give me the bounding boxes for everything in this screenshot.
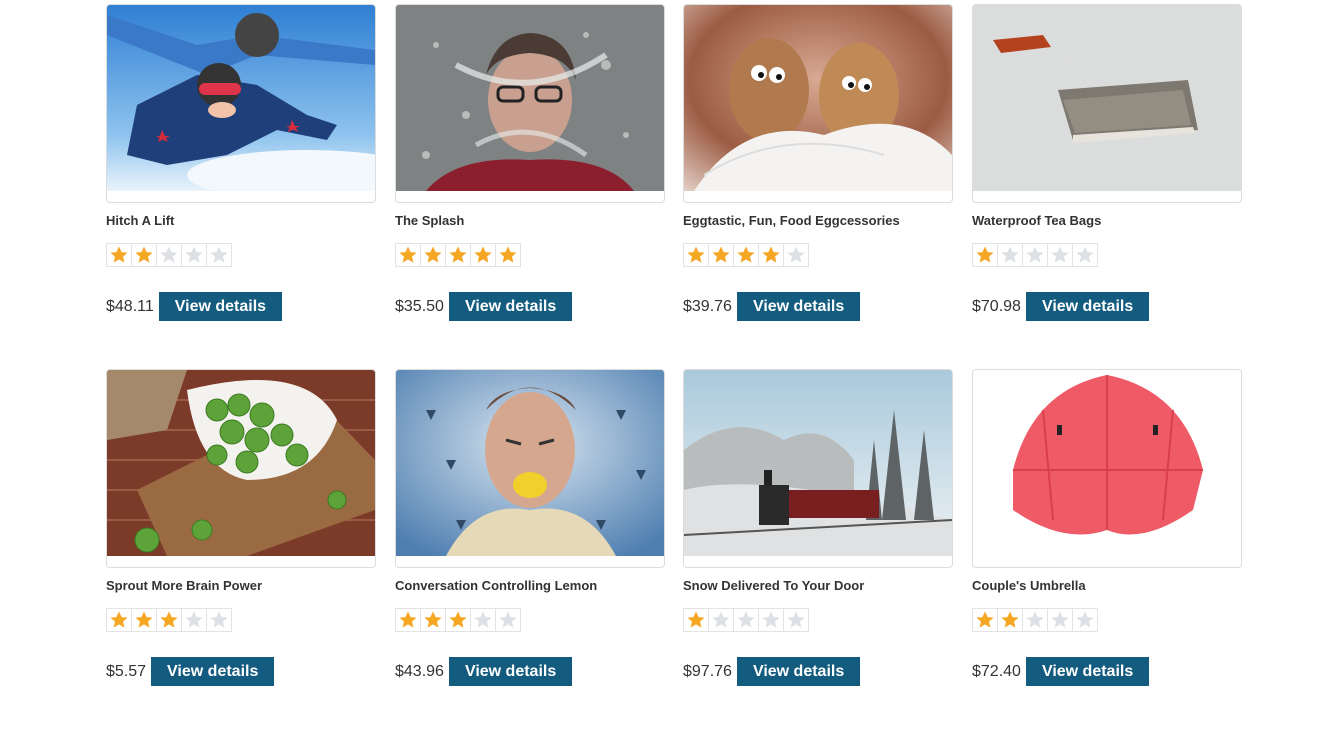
star-filled-icon [131,243,157,267]
star-empty-icon [1022,243,1048,267]
product-price: $39.76 [683,297,732,315]
star-filled-icon [972,243,998,267]
star-rating [972,608,1098,632]
product-image[interactable] [395,4,665,203]
star-empty-icon [181,243,207,267]
star-empty-icon [783,608,809,632]
product-title[interactable]: Conversation Controlling Lemon [395,578,597,593]
star-filled-icon [106,243,132,267]
view-details-button[interactable]: View details [448,292,573,321]
star-filled-icon [445,243,471,267]
skydivers-photo [107,5,375,191]
star-empty-icon [470,608,496,632]
star-filled-icon [708,243,734,267]
price-row: $39.76 View details [683,292,861,321]
star-empty-icon [783,243,809,267]
star-rating [395,243,521,267]
red-umbrella-photo [973,370,1241,556]
price-row: $35.50 View details [395,292,573,321]
star-rating [683,608,809,632]
star-empty-icon [1047,243,1073,267]
product-title[interactable]: Hitch A Lift [106,213,174,228]
view-details-button[interactable]: View details [151,657,275,686]
star-filled-icon [733,243,759,267]
product-title[interactable]: Couple's Umbrella [972,578,1086,593]
price-row: $48.11 View details [106,292,283,321]
star-rating [683,243,809,267]
star-filled-icon [683,608,709,632]
star-empty-icon [1047,608,1073,632]
star-empty-icon [1072,608,1098,632]
product-price: $70.98 [972,297,1021,315]
product-title[interactable]: Snow Delivered To Your Door [683,578,864,593]
product-title[interactable]: Waterproof Tea Bags [972,213,1101,228]
product-price: $48.11 [106,297,154,315]
star-filled-icon [131,608,157,632]
view-details-button[interactable]: View details [1025,292,1150,321]
product-image[interactable] [395,369,665,568]
star-empty-icon [181,608,207,632]
product-title[interactable]: Eggtastic, Fun, Food Eggcessories [683,213,900,228]
product-price: $97.76 [683,662,732,680]
star-rating [106,608,232,632]
view-details-button[interactable]: View details [448,657,573,686]
star-filled-icon [395,243,421,267]
price-row: $72.40 View details [972,657,1150,686]
product-title[interactable]: The Splash [395,213,464,228]
star-filled-icon [470,243,496,267]
star-filled-icon [683,243,709,267]
star-rating [395,608,521,632]
star-filled-icon [395,608,421,632]
star-filled-icon [445,608,471,632]
view-details-button[interactable]: View details [736,292,861,321]
product-image[interactable] [972,369,1242,568]
star-empty-icon [206,243,232,267]
star-filled-icon [495,243,521,267]
tea-bag-photo [973,5,1241,191]
star-empty-icon [495,608,521,632]
star-empty-icon [1072,243,1098,267]
star-empty-icon [206,608,232,632]
view-details-button[interactable]: View details [158,292,283,321]
star-rating [106,243,232,267]
star-filled-icon [997,608,1023,632]
star-empty-icon [1022,608,1048,632]
water-splash-face-photo [396,5,664,191]
product-price: $35.50 [395,297,444,315]
star-empty-icon [733,608,759,632]
view-details-button[interactable]: View details [736,657,861,686]
product-image[interactable] [683,4,953,203]
product-price: $43.96 [395,662,444,680]
product-image[interactable] [106,369,376,568]
star-empty-icon [758,608,784,632]
price-row: $97.76 View details [683,657,861,686]
star-filled-icon [156,608,182,632]
star-empty-icon [708,608,734,632]
lemon-mouth-photo [396,370,664,556]
price-row: $5.57 View details [106,657,275,686]
product-price: $72.40 [972,662,1021,680]
product-title[interactable]: Sprout More Brain Power [106,578,262,593]
star-filled-icon [972,608,998,632]
star-filled-icon [106,608,132,632]
star-rating [972,243,1098,267]
brussels-sprouts-photo [107,370,375,556]
product-image[interactable] [683,369,953,568]
snow-train-photo [684,370,952,556]
star-empty-icon [156,243,182,267]
star-empty-icon [997,243,1023,267]
view-details-button[interactable]: View details [1025,657,1150,686]
star-filled-icon [758,243,784,267]
product-image[interactable] [106,4,376,203]
product-image[interactable] [972,4,1242,203]
star-filled-icon [420,243,446,267]
cartoon-eggs-photo [684,5,952,191]
price-row: $70.98 View details [972,292,1150,321]
product-price: $5.57 [106,662,147,680]
star-filled-icon [420,608,446,632]
price-row: $43.96 View details [395,657,573,686]
